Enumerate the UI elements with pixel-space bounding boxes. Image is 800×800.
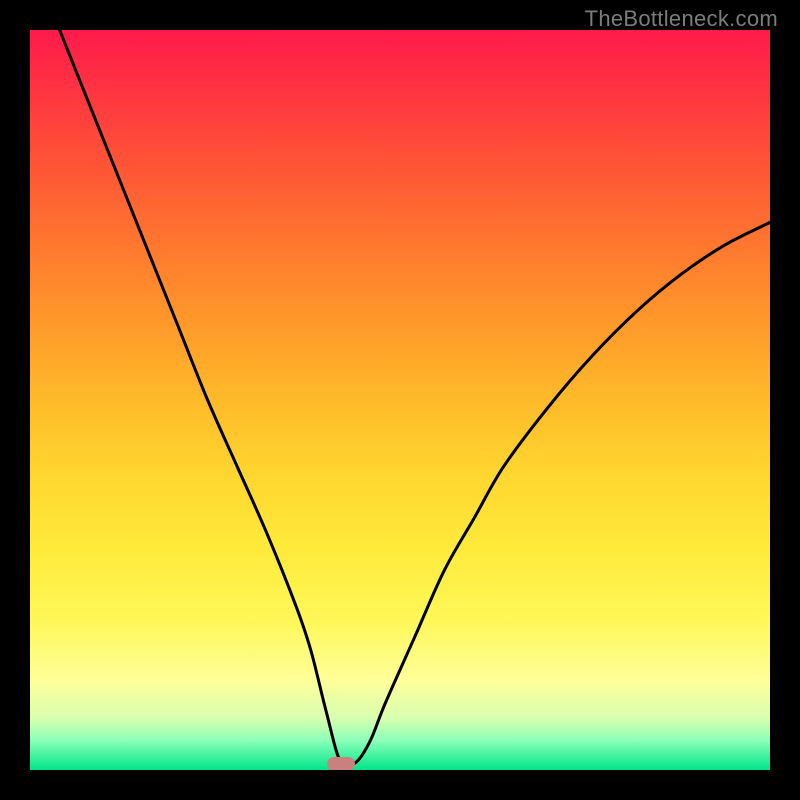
optimum-marker: [327, 757, 355, 770]
plot-area: [30, 30, 770, 770]
bottleneck-curve: [60, 30, 770, 767]
chart-frame: TheBottleneck.com: [0, 0, 800, 800]
curve-layer: [30, 30, 770, 770]
watermark-text: TheBottleneck.com: [585, 6, 778, 32]
